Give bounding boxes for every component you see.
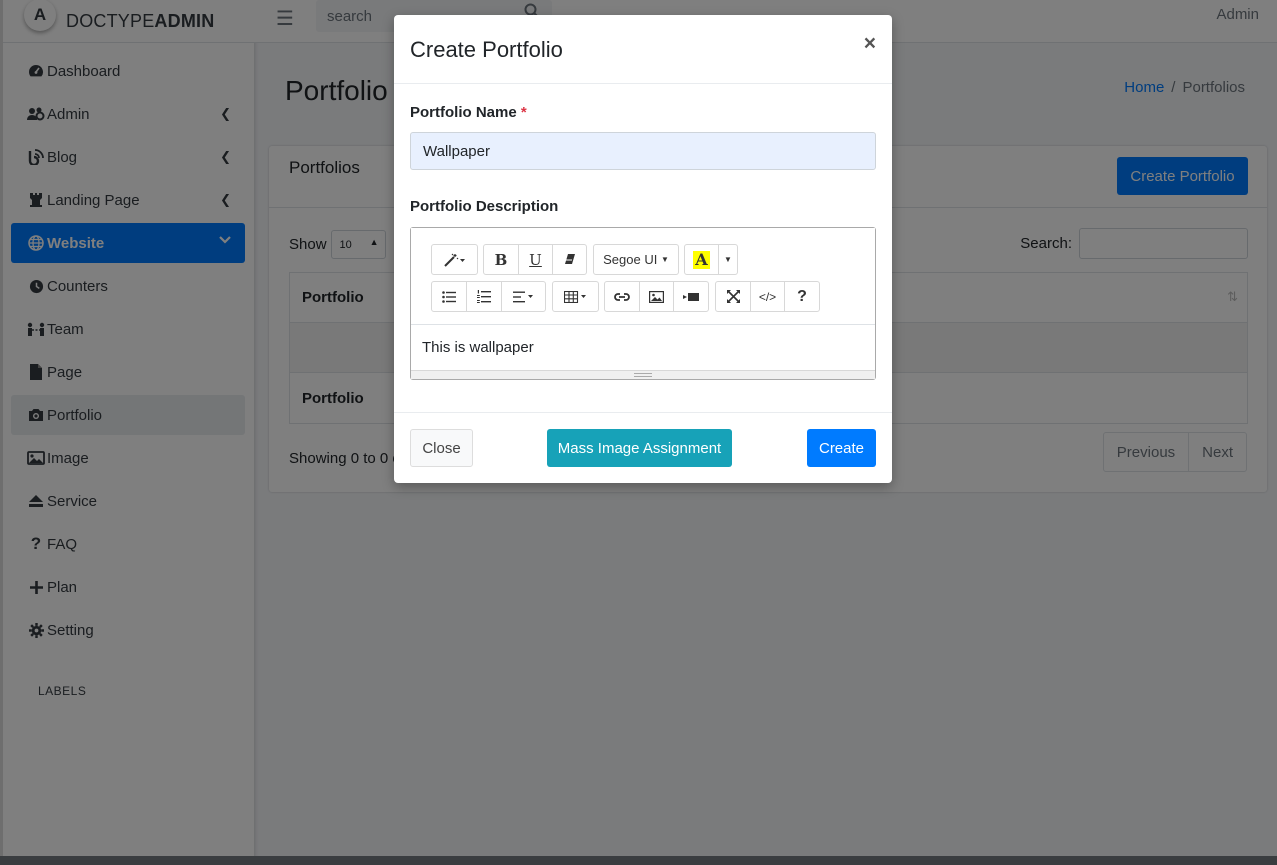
editor-resize-handle[interactable] [411, 370, 875, 379]
caret-down-icon[interactable]: ▼ [718, 244, 738, 275]
ordered-list-icon[interactable] [466, 281, 502, 312]
rich-text-editor: B U Segoe UI ▼ A ▼ </> ? This is wallpap… [410, 227, 876, 380]
close-icon[interactable]: × [864, 32, 876, 56]
modal-header: Create Portfolio × [394, 15, 892, 84]
caret-down-icon: ▼ [660, 255, 669, 264]
help-icon[interactable]: ? [784, 281, 820, 312]
resize-grip-icon [634, 373, 652, 377]
bottom-bar [0, 856, 1277, 865]
align-dropdown-icon[interactable] [501, 281, 546, 312]
toolbar-group-style [431, 244, 478, 275]
magic-wand-icon[interactable] [431, 244, 478, 275]
mass-image-assignment-button[interactable]: Mass Image Assignment [547, 429, 732, 467]
video-icon[interactable] [673, 281, 709, 312]
toolbar-group-view: </> ? [715, 281, 820, 312]
portfolio-name-label: Portfolio Name * [410, 104, 527, 121]
font-family-value: Segoe UI [603, 252, 658, 267]
toolbar-group-font: B U [483, 244, 587, 275]
create-button[interactable]: Create [807, 429, 876, 467]
portfolio-name-label-text: Portfolio Name [410, 104, 517, 121]
editor-content[interactable]: This is wallpaper [422, 339, 534, 356]
code-view-icon[interactable]: </> [750, 281, 785, 312]
unordered-list-icon[interactable] [431, 281, 467, 312]
modal-title: Create Portfolio [410, 37, 563, 62]
modal-body: Portfolio Name * Wallpaper Portfolio Des… [394, 84, 892, 412]
picture-icon[interactable] [639, 281, 674, 312]
portfolio-description-label: Portfolio Description [410, 198, 559, 215]
toolbar-group-color: A ▼ [684, 244, 738, 275]
close-button[interactable]: Close [410, 429, 473, 467]
portfolio-name-value: Wallpaper [423, 142, 490, 160]
modal-footer: Close Mass Image Assignment Create [394, 412, 892, 483]
font-family-dropdown[interactable]: Segoe UI ▼ [593, 244, 679, 275]
toolbar-group-table [552, 281, 599, 312]
create-portfolio-modal: Create Portfolio × Portfolio Name * Wall… [394, 15, 892, 483]
table-icon[interactable] [552, 281, 599, 312]
portfolio-name-input[interactable]: Wallpaper [410, 132, 876, 170]
toolbar-group-para [431, 281, 546, 312]
toolbar-group-fontname: Segoe UI ▼ [593, 244, 679, 275]
fullscreen-icon[interactable] [715, 281, 751, 312]
underline-icon[interactable]: U [518, 244, 553, 275]
toolbar-group-insert [604, 281, 709, 312]
required-marker: * [520, 104, 527, 121]
text-color-icon[interactable]: A [684, 244, 719, 275]
editor-toolbar: B U Segoe UI ▼ A ▼ </> ? [411, 228, 875, 325]
bold-icon[interactable]: B [483, 244, 519, 275]
eraser-icon[interactable] [552, 244, 587, 275]
link-icon[interactable] [604, 281, 640, 312]
